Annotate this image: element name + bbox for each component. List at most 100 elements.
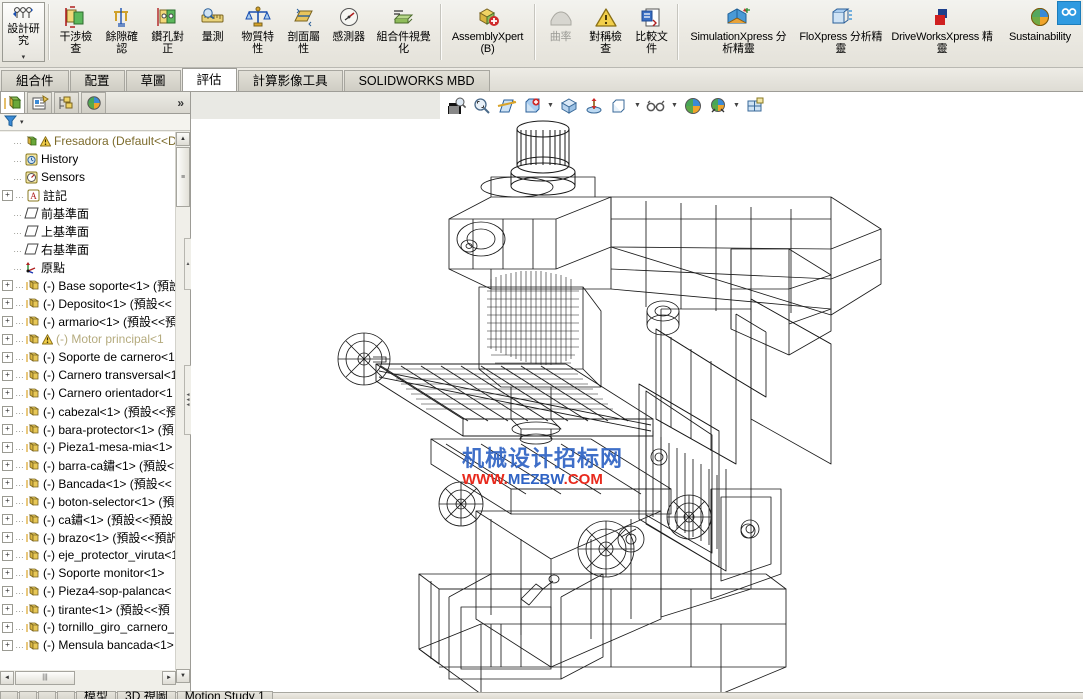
tree-item[interactable]: +… (-) Carnero transversal<1 <box>0 366 176 384</box>
tree-item[interactable]: +… (-) bara-protector<1> (預 <box>0 420 176 438</box>
tree-filter-bar[interactable]: ▾ <box>0 114 190 131</box>
tree-item[interactable]: … 右基準面 <box>0 240 176 258</box>
feature-manager-tab[interactable] <box>0 91 25 113</box>
ribbon-button-simulationxpress[interactable]: SimulationXpress 分析精靈 <box>682 2 794 64</box>
bottom-tab-icon-3[interactable] <box>38 691 56 699</box>
ribbon-button-driveworksxpress[interactable]: DriveWorksXpress 精靈 <box>887 2 997 64</box>
tree-item[interactable]: +… (-) Bancada<1> (預設<< <box>0 474 176 492</box>
scroll-right-button[interactable]: ► <box>162 670 176 685</box>
tree-item[interactable]: +… (-) tornillo_giro_carnero_ <box>0 618 176 636</box>
tab-layout[interactable]: 配置 <box>69 70 125 91</box>
view-orientation-icon[interactable] <box>521 95 543 117</box>
tree-expander[interactable]: + <box>2 315 13 327</box>
tree-item[interactable]: +… (-) Soporte de carnero<1 <box>0 348 176 366</box>
tree-expander[interactable]: + <box>2 567 13 579</box>
tree-expander[interactable]: + <box>2 351 13 363</box>
tree-expander[interactable]: + <box>2 549 13 561</box>
scroll-thumb[interactable]: ≡ <box>176 147 190 207</box>
tree-expander[interactable]: + <box>2 279 13 291</box>
scroll-down-button[interactable]: ▼ <box>176 669 190 683</box>
tree-item[interactable]: +… A 註記 <box>0 186 176 204</box>
tree-horizontal-scrollbar[interactable]: ◄ ||| ► <box>0 670 176 685</box>
tree-item[interactable]: +… (-) brazo<1> (預設<<預訳 <box>0 528 176 546</box>
tree-expander[interactable]: + <box>2 369 13 381</box>
ribbon-button-hole-alignment[interactable]: 鑽孔對正 <box>145 2 191 64</box>
view-settings-dropdown-arrow[interactable]: ▼ <box>732 95 741 117</box>
bottom-tab-model[interactable]: 模型 <box>76 691 117 699</box>
apply-scene-icon[interactable] <box>583 95 605 117</box>
ribbon-button-curvature[interactable]: 曲率 <box>539 2 583 64</box>
edit-appearance-glasses-icon[interactable] <box>645 95 667 117</box>
tree-expander[interactable]: + <box>2 513 13 525</box>
hide-show-dropdown-arrow[interactable]: ▼ <box>633 95 642 117</box>
view-settings-icon[interactable] <box>707 95 729 117</box>
configuration-manager-tab[interactable] <box>54 92 79 113</box>
tree-expander[interactable]: + <box>2 621 13 633</box>
tree-item[interactable]: +… (-) Pieza1-mesa-mia<1> <box>0 438 176 456</box>
tree-expander[interactable]: + <box>2 585 13 597</box>
filter-caret-icon[interactable]: ▾ <box>20 118 24 126</box>
ribbon-button-assembly-visualization[interactable]: 組合件視覺化 <box>371 2 437 64</box>
ribbon-button-symmetry-check[interactable]: 對稱檢查 <box>583 2 629 64</box>
ribbon-button-design-study[interactable]: 設計研究 ▾ <box>2 2 45 62</box>
ribbon-button-section-properties[interactable]: 剖面屬性 <box>281 2 327 64</box>
appearance-dropdown-arrow[interactable]: ▼ <box>670 95 679 117</box>
bottom-tab-icon-1[interactable] <box>0 691 18 699</box>
feature-tree[interactable]: … Fresadora (Default<<Defa … History … Sensor… <box>0 132 176 683</box>
tree-expander[interactable]: + <box>2 405 13 417</box>
view-orientation-dropdown-arrow[interactable]: ▼ <box>546 95 555 117</box>
tree-expander[interactable]: + <box>2 441 13 453</box>
ribbon-button-mass-properties[interactable]: 物質特性 <box>235 2 281 64</box>
zoom-to-area-icon[interactable] <box>471 95 493 117</box>
tree-expander[interactable]: + <box>2 459 13 471</box>
tree-expander[interactable]: + <box>2 495 13 507</box>
tree-item[interactable]: +… (-) barra-ca鏽<1> (預設< <box>0 456 176 474</box>
tree-expander[interactable]: + <box>2 423 13 435</box>
tree-item[interactable]: +… (-) ca鏽<1> (預設<<預設 <box>0 510 176 528</box>
tab-evaluate[interactable]: 評估 <box>181 68 237 91</box>
section-view-icon[interactable] <box>496 95 518 117</box>
design-study-dropdown[interactable]: ▾ <box>22 54 26 61</box>
tree-expander[interactable]: + <box>2 477 13 489</box>
ribbon-button-floxpress[interactable]: FloXpress 分析精靈 <box>794 2 887 64</box>
tree-item[interactable]: … Fresadora (Default<<Defa <box>0 132 176 150</box>
graphics-area[interactable]: 机械设计招标网 WWW.MEZBW.COM Y X Z <box>191 119 1083 692</box>
tree-item[interactable]: +… (-) Base soporte<1> (預設 <box>0 276 176 294</box>
ribbon-button-interference-check[interactable]: 干涉檢查 <box>53 2 99 64</box>
ribbon-button-clearance-verification[interactable]: 餘隙確認 <box>99 2 145 64</box>
tree-item[interactable]: +… (-) boton-selector<1> (預 <box>0 492 176 510</box>
tab-solidworks-mbd[interactable]: SOLIDWORKS MBD <box>343 70 490 91</box>
viewport-icon[interactable] <box>744 95 766 117</box>
tree-item[interactable]: … 前基準面 <box>0 204 176 222</box>
ribbon-button-sensor[interactable]: 感測器 <box>327 2 371 64</box>
hide-show-items-icon[interactable] <box>608 95 630 117</box>
tree-item[interactable]: +… (-) armario<1> (預設<<預 <box>0 312 176 330</box>
display-manager-tab[interactable] <box>81 92 106 113</box>
property-manager-tab[interactable] <box>27 92 52 113</box>
scroll-left-button[interactable]: ◄ <box>0 670 14 685</box>
tab-render-tools[interactable]: 計算影像工具 <box>237 70 343 91</box>
tree-item[interactable]: +… (-) Soporte monitor<1> <box>0 564 176 582</box>
tree-expander[interactable]: + <box>2 387 13 399</box>
tree-expander[interactable]: + <box>2 531 13 543</box>
bottom-tab-3d-views[interactable]: 3D 視圖 <box>117 691 176 699</box>
ribbon-button-compare-documents[interactable]: 比較文件 <box>628 2 674 64</box>
ribbon-button-assembly-xpert[interactable]: AssemblyXpert(B) <box>445 2 531 64</box>
tree-expander[interactable]: + <box>2 189 13 201</box>
bottom-tab-icon-2[interactable] <box>19 691 37 699</box>
tree-item[interactable]: +… (-) Mensula bancada<1> <box>0 636 176 654</box>
hscroll-thumb[interactable]: ||| <box>15 670 75 685</box>
tree-item[interactable]: … 原點 <box>0 258 176 276</box>
tree-expander[interactable]: + <box>2 639 13 651</box>
tree-item[interactable]: +… (-) Motor principal<1 <box>0 330 176 348</box>
tab-sketch[interactable]: 草圖 <box>125 70 181 91</box>
tree-item[interactable]: +… (-) Deposito<1> (預設<< <box>0 294 176 312</box>
tab-assembly[interactable]: 組合件 <box>1 70 69 91</box>
tree-expander[interactable]: + <box>2 603 13 615</box>
tree-item[interactable]: … Sensors <box>0 168 176 186</box>
tree-item[interactable]: … History <box>0 150 176 168</box>
bottom-tab-motion-study[interactable]: Motion Study 1 <box>176 691 273 699</box>
tree-item[interactable]: +… (-) eje_protector_viruta<1 <box>0 546 176 564</box>
previous-view-icon[interactable] <box>446 95 468 117</box>
display-style-cube-icon[interactable] <box>558 95 580 117</box>
